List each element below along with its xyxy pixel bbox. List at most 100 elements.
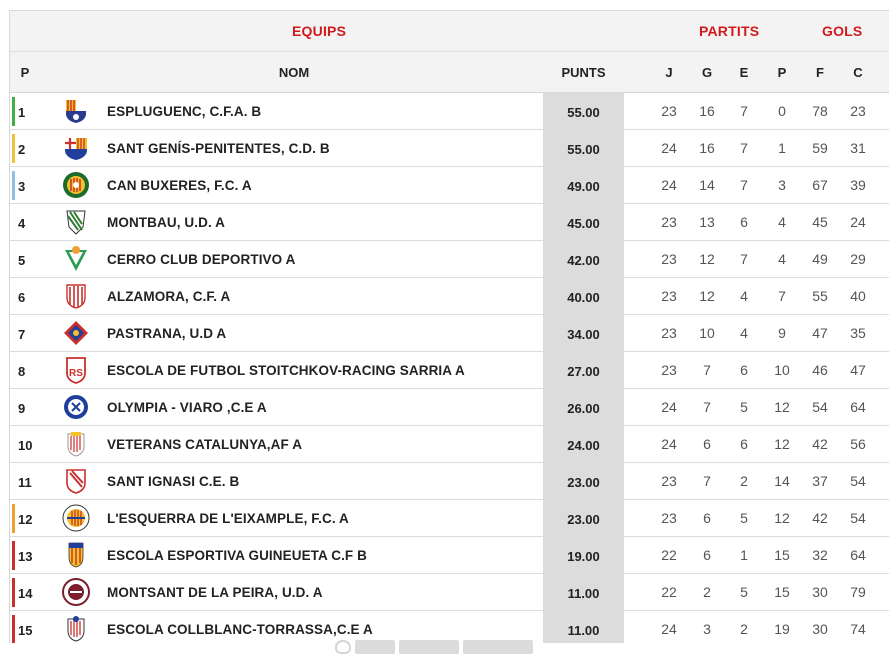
gols-group-label: GOLS [822, 23, 863, 39]
points-cell: 55.00 [567, 105, 600, 120]
guineueta-crest-icon [62, 541, 90, 569]
played-cell: 24 [661, 140, 677, 156]
position-cell: 8 [18, 364, 26, 379]
team-name-link[interactable]: CAN BUXERES, F.C. A [107, 178, 252, 193]
status-indicator [12, 615, 15, 643]
played-cell: 23 [661, 288, 677, 304]
won-cell: 16 [699, 103, 715, 119]
goals-for-cell: 47 [812, 325, 828, 341]
team-name-link[interactable]: PASTRANA, U.D A [107, 326, 226, 341]
points-cell: 40.00 [567, 290, 600, 305]
team-name-link[interactable]: OLYMPIA - VIARO ,C.E A [107, 400, 267, 415]
team-name-link[interactable]: VETERANS CATALUNYA,AF A [107, 437, 302, 452]
won-cell: 16 [699, 140, 715, 156]
olympia-viaro-crest-icon [62, 393, 90, 421]
goals-for-cell: 45 [812, 214, 828, 230]
won-cell: 12 [699, 251, 715, 267]
drawn-cell: 6 [740, 214, 748, 230]
goals-for-cell: 46 [812, 362, 828, 378]
team-name-link[interactable]: SANT GENÍS-PENITENTES, C.D. B [107, 141, 330, 156]
points-column-header[interactable]: PUNTS [543, 65, 624, 80]
team-name-link[interactable]: ESPLUGUENC, C.F.A. B [107, 104, 261, 119]
lost-cell: 10 [774, 362, 790, 378]
team-name-link[interactable]: SANT IGNASI C.E. B [107, 474, 239, 489]
lost-cell: 0 [778, 103, 786, 119]
table-row[interactable]: 2 SANT GENÍS-PENITENTES, C.D. B 55.00 24 16 7… [10, 130, 889, 167]
status-indicator [12, 134, 15, 163]
drawn-column-header[interactable]: E [729, 65, 759, 80]
position-cell: 3 [18, 179, 26, 194]
team-name-link[interactable]: ESCOLA COLLBLANC-TORRASSA,C.E A [107, 622, 373, 637]
espluguenc-crest-icon [62, 97, 90, 125]
points-cell: 55.00 [567, 142, 600, 157]
drawn-cell: 7 [740, 103, 748, 119]
position-cell: 4 [18, 216, 26, 231]
played-cell: 23 [661, 103, 677, 119]
team-name-link[interactable]: MONTBAU, U.D. A [107, 215, 225, 230]
montbau-crest-icon [62, 208, 90, 236]
played-column-header[interactable]: J [654, 65, 684, 80]
team-name-link[interactable]: ESCOLA ESPORTIVA GUINEUETA C.F B [107, 548, 367, 563]
team-name-link[interactable]: ALZAMORA, C.F. A [107, 289, 230, 304]
equips-group-label: EQUIPS [292, 23, 347, 39]
table-row[interactable]: 1 ESPLUGUENC, C.F.A. B 55.00 23 16 7 0 78 23 [10, 93, 889, 130]
table-row[interactable]: 3 CAN BUXERES, F.C. A 49.00 24 14 7 3 67 39 [10, 167, 889, 204]
played-cell: 24 [661, 436, 677, 452]
team-name-link[interactable]: CERRO CLUB DEPORTIVO A [107, 252, 295, 267]
position-cell: 13 [18, 549, 33, 564]
goals-for-column-header[interactable]: F [805, 65, 835, 80]
table-row[interactable]: 12 L'ESQUERRA DE L'EIXAMPLE, F.C. A 23.00 2… [10, 500, 889, 537]
team-name-link[interactable]: MONTSANT DE LA PEIRA, U.D. A [107, 585, 323, 600]
table-row[interactable]: 9 OLYMPIA - VIARO ,C.E A 26.00 24 7 5 12 54 64 [10, 389, 889, 426]
won-cell: 14 [699, 177, 715, 193]
lost-cell: 12 [774, 510, 790, 526]
goals-against-cell: 23 [850, 103, 866, 119]
table-row[interactable]: 4 MONTBAU, U.D. A 45.00 23 13 6 4 45 24 [10, 204, 889, 241]
drawn-cell: 6 [740, 362, 748, 378]
table-row[interactable]: 13 ESCOLA ESPORTIVA GUINEUETA C.F B 19.00 2… [10, 537, 889, 574]
table-row[interactable]: 8 RS ESCOLA DE FUTBOL STOITCHKOV-RACING SA… [10, 352, 889, 389]
points-cell: 27.00 [567, 364, 600, 379]
won-cell: 3 [703, 621, 711, 637]
team-name-link[interactable]: ESCOLA DE FUTBOL STOITCHKOV-RACING SARRI… [107, 363, 465, 378]
status-indicator [12, 171, 15, 200]
won-cell: 13 [699, 214, 715, 230]
watermark [335, 635, 545, 659]
points-cell: 34.00 [567, 327, 600, 342]
goals-for-cell: 42 [812, 510, 828, 526]
position-column-header[interactable]: P [19, 65, 31, 80]
drawn-cell: 7 [740, 140, 748, 156]
table-row[interactable]: 5 CERRO CLUB DEPORTIVO A 42.00 23 12 7 4 49 29 [10, 241, 889, 278]
goals-for-cell: 30 [812, 621, 828, 637]
lost-cell: 1 [778, 140, 786, 156]
lost-cell: 9 [778, 325, 786, 341]
goals-for-cell: 42 [812, 436, 828, 452]
goals-against-cell: 79 [850, 584, 866, 600]
team-name-link[interactable]: L'ESQUERRA DE L'EIXAMPLE, F.C. A [107, 511, 349, 526]
won-column-header[interactable]: G [692, 65, 722, 80]
goals-for-cell: 37 [812, 473, 828, 489]
name-column-header[interactable]: NOM [272, 65, 316, 80]
table-row[interactable]: 7 PASTRANA, U.D A 34.00 23 10 4 9 47 35 [10, 315, 889, 352]
goals-for-cell: 49 [812, 251, 828, 267]
position-cell: 14 [18, 586, 33, 601]
pastrana-crest-icon [62, 319, 90, 347]
can-buxeres-crest-icon [62, 171, 90, 199]
table-row[interactable]: 10 VETERANS CATALUNYA,AF A 24.00 24 6 6 12 42 56 [10, 426, 889, 463]
points-cell: 23.00 [567, 512, 600, 527]
table-row[interactable]: 6 ALZAMORA, C.F. A 40.00 23 12 4 7 55 40 [10, 278, 889, 315]
drawn-cell: 1 [740, 547, 748, 563]
lost-cell: 3 [778, 177, 786, 193]
drawn-cell: 2 [740, 473, 748, 489]
lost-column-header[interactable]: P [767, 65, 797, 80]
lost-cell: 12 [774, 436, 790, 452]
goals-for-cell: 54 [812, 399, 828, 415]
goals-for-cell: 59 [812, 140, 828, 156]
goals-against-cell: 31 [850, 140, 866, 156]
alzamora-crest-icon [62, 282, 90, 310]
table-row[interactable]: 14 MONTSANT DE LA PEIRA, U.D. A 11.00 22 2 5 1… [10, 574, 889, 611]
position-cell: 2 [18, 142, 26, 157]
goals-against-column-header[interactable]: C [843, 65, 873, 80]
table-row[interactable]: 11 SANT IGNASI C.E. B 23.00 23 7 2 14 37 54 [10, 463, 889, 500]
drawn-cell: 4 [740, 288, 748, 304]
